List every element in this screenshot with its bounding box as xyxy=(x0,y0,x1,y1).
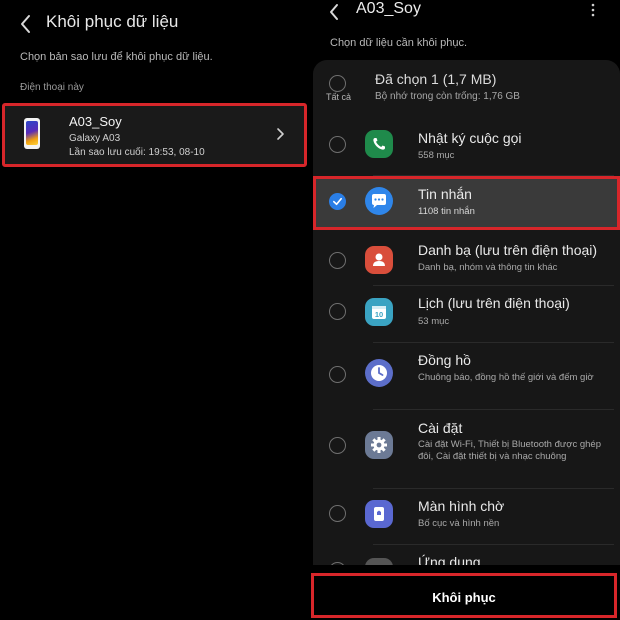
clock-icon xyxy=(365,359,393,387)
item-checkbox[interactable] xyxy=(329,136,346,153)
message-icon xyxy=(365,187,393,215)
item-desc: Cài đặt Wi-Fi, Thiết bị Bluetooth được g… xyxy=(418,439,601,462)
apps-icon xyxy=(365,558,393,565)
item-desc: 1108 tin nhắn xyxy=(418,206,475,217)
item-checkbox[interactable] xyxy=(329,437,346,454)
item-title: Tin nhắn xyxy=(418,186,472,202)
settings-icon xyxy=(365,431,393,459)
list-item-call-log[interactable]: Nhật ký cuộc gọi 558 mục xyxy=(313,116,620,172)
device-last-backup: Lần sao lưu cuối: 19:53, 08-10 xyxy=(69,147,205,158)
device-name: A03_Soy xyxy=(69,114,122,129)
page-subtitle: Chọn dữ liệu cần khôi phục. xyxy=(330,37,468,49)
item-checkbox[interactable] xyxy=(329,252,346,269)
item-desc: 558 mục xyxy=(418,150,455,161)
back-arrow-icon[interactable] xyxy=(323,0,347,24)
item-checkbox[interactable] xyxy=(329,505,346,522)
list-item-clock[interactable]: Đồng hồ Chuông báo, đồng hồ thế giới và … xyxy=(313,342,620,410)
list-item-settings[interactable]: Cài đặt Cài đặt Wi-Fi, Thiết bị Bluetoot… xyxy=(313,409,620,489)
section-label: Điện thoại này xyxy=(20,82,84,93)
page-subtitle: Chọn bản sao lưu để khôi phục dữ liệu. xyxy=(20,51,213,63)
left-header: Khôi phục dữ liệu xyxy=(0,0,311,46)
phone-icon xyxy=(365,130,393,158)
item-title: Nhật ký cuộc gọi xyxy=(418,130,522,146)
phone-device-icon xyxy=(24,118,40,149)
data-selection-list: Tất cả Đã chọn 1 (1,7 MB) Bộ nhớ trong c… xyxy=(313,60,620,565)
selected-summary: Đã chọn 1 (1,7 MB) xyxy=(375,71,497,87)
list-item-messages[interactable]: Tin nhắn 1108 tin nhắn xyxy=(313,176,620,230)
calendar-icon-number: 10 xyxy=(375,310,383,319)
item-checkbox-checked[interactable] xyxy=(329,193,346,210)
contacts-icon xyxy=(365,246,393,274)
item-desc: Chuông báo, đồng hồ thế giới và đếm giờ xyxy=(418,372,594,383)
free-storage-text: Bộ nhớ trong còn trống: 1,76 GB xyxy=(375,91,520,102)
item-checkbox[interactable] xyxy=(329,562,346,565)
select-all-row[interactable]: Tất cả Đã chọn 1 (1,7 MB) Bộ nhớ trong c… xyxy=(313,60,620,116)
backup-device-card[interactable]: A03_Soy Galaxy A03 Lần sao lưu cuối: 19:… xyxy=(2,103,307,167)
select-all-checkbox[interactable] xyxy=(329,75,346,92)
chevron-right-icon xyxy=(273,125,287,143)
item-desc: Bố cục và hình nền xyxy=(418,518,500,529)
item-title: Ứng dụng xyxy=(418,554,481,565)
item-title: Danh bạ (lưu trên điện thoại) xyxy=(418,242,598,258)
item-desc: Danh bạ, nhóm và thông tin khác xyxy=(418,262,558,273)
more-options-icon[interactable] xyxy=(589,2,597,18)
item-checkbox[interactable] xyxy=(329,366,346,383)
list-item-contacts[interactable]: Danh bạ (lưu trên điện thoại) Danh bạ, n… xyxy=(313,232,620,288)
item-title: Đồng hồ xyxy=(418,352,471,368)
calendar-icon: 10 xyxy=(365,298,393,326)
item-desc: 53 mục xyxy=(418,316,450,327)
item-title: Lịch (lưu trên điện thoại) xyxy=(418,295,570,311)
list-item-calendar[interactable]: 10 Lịch (lưu trên điện thoại) 53 mục xyxy=(313,286,620,342)
right-screen: A03_Soy Chọn dữ liệu cần khôi phục. Tất … xyxy=(311,0,620,620)
left-screen: Khôi phục dữ liệu Chọn bản sao lưu để kh… xyxy=(0,0,311,620)
item-title: Màn hình chờ xyxy=(418,498,505,514)
home-screen-icon xyxy=(365,500,393,528)
list-item-apps[interactable]: Ứng dụng xyxy=(313,544,620,565)
item-title: Cài đặt xyxy=(418,420,463,436)
page-title: A03_Soy xyxy=(356,0,421,17)
select-all-label: Tất cả xyxy=(326,92,352,102)
restore-button-label: Khôi phục xyxy=(432,590,496,605)
back-arrow-icon[interactable] xyxy=(14,12,38,36)
restore-button[interactable]: Khôi phục xyxy=(311,573,617,618)
list-item-home-screen[interactable]: Màn hình chờ Bố cục và hình nền xyxy=(313,488,620,544)
item-checkbox[interactable] xyxy=(329,303,346,320)
device-model: Galaxy A03 xyxy=(69,133,121,144)
page-title: Khôi phục dữ liệu xyxy=(46,12,179,31)
